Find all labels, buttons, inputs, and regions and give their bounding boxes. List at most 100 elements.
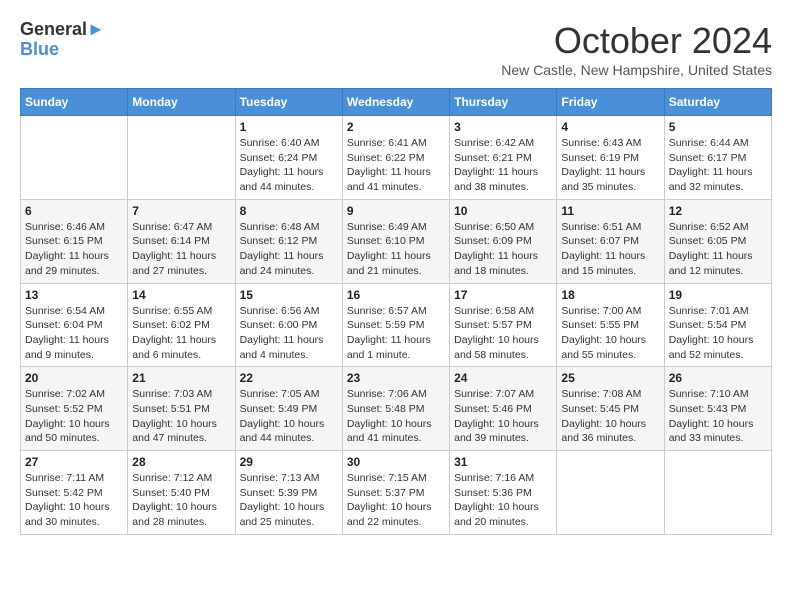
calendar-cell: 23Sunrise: 7:06 AM Sunset: 5:48 PM Dayli… [342,367,449,451]
day-number: 18 [561,288,659,302]
day-info: Sunrise: 7:15 AM Sunset: 5:37 PM Dayligh… [347,471,445,530]
logo: General► Blue [20,20,105,60]
weekday-header-sunday: Sunday [21,89,128,116]
calendar-cell: 19 Sunrise: 7:01 AM Sunset: 5:54 PM Dayli… [664,283,771,367]
calendar-header-row: SundayMondayTuesdayWednesdayThursdayFrid… [21,89,772,116]
calendar-cell: 20 Sunrise: 7:02 AM Sunset: 5:52 PM Dayli… [21,367,128,451]
day-number: 5 [669,120,767,134]
day-number: 13 [25,288,123,302]
calendar-cell: 4Sunrise: 6:43 AM Sunset: 6:19 PM Daylig… [557,116,664,200]
page-header: General► Blue October 2024 New Castle, N… [20,20,772,78]
day-info: Sunrise: 7:00 AM Sunset: 5:55 PM Dayligh… [561,304,659,363]
day-info: Sunrise: 7:06 AM Sunset: 5:48 PM Dayligh… [347,387,445,446]
day-info: Sunrise: 6:47 AM Sunset: 6:14 PM Dayligh… [132,220,230,279]
day-number: 26 [669,371,767,385]
day-number: 17 [454,288,552,302]
day-info: Sunrise: 6:48 AM Sunset: 6:12 PM Dayligh… [240,220,338,279]
calendar-cell: 26 Sunrise: 7:10 AM Sunset: 5:43 PM Dayli… [664,367,771,451]
day-info: Sunrise: 7:11 AM Sunset: 5:42 PM Dayligh… [25,471,123,530]
day-number: 8 [240,204,338,218]
day-info: Sunrise: 7:13 AM Sunset: 5:39 PM Dayligh… [240,471,338,530]
calendar-cell: 16 Sunrise: 6:57 AM Sunset: 5:59 PM Dayli… [342,283,449,367]
day-info: Sunrise: 6:40 AM Sunset: 6:24 PM Dayligh… [240,136,338,195]
calendar-cell: 27 Sunrise: 7:11 AM Sunset: 5:42 PM Dayli… [21,451,128,535]
day-info: Sunrise: 7:16 AM Sunset: 5:36 PM Dayligh… [454,471,552,530]
calendar-cell: 18 Sunrise: 7:00 AM Sunset: 5:55 PM Dayli… [557,283,664,367]
day-info: Sunrise: 6:55 AM Sunset: 6:02 PM Dayligh… [132,304,230,363]
day-info: Sunrise: 7:02 AM Sunset: 5:52 PM Dayligh… [25,387,123,446]
day-info: Sunrise: 6:54 AM Sunset: 6:04 PM Dayligh… [25,304,123,363]
calendar-cell [664,451,771,535]
calendar-body: 1 Sunrise: 6:40 AM Sunset: 6:24 PM Daylig… [21,116,772,535]
day-number: 10 [454,204,552,218]
calendar-week-row: 1 Sunrise: 6:40 AM Sunset: 6:24 PM Daylig… [21,116,772,200]
day-number: 22 [240,371,338,385]
day-number: 7 [132,204,230,218]
day-info: Sunrise: 6:58 AM Sunset: 5:57 PM Dayligh… [454,304,552,363]
weekday-header-friday: Friday [557,89,664,116]
day-info: Sunrise: 7:10 AM Sunset: 5:43 PM Dayligh… [669,387,767,446]
day-number: 11 [561,204,659,218]
day-number: 2 [347,120,445,134]
calendar-cell: 5Sunrise: 6:44 AM Sunset: 6:17 PM Daylig… [664,116,771,200]
weekday-header-thursday: Thursday [450,89,557,116]
calendar-cell: 31 Sunrise: 7:16 AM Sunset: 5:36 PM Dayli… [450,451,557,535]
location: New Castle, New Hampshire, United States [501,62,772,78]
calendar-cell: 9 Sunrise: 6:49 AM Sunset: 6:10 PM Daylig… [342,199,449,283]
day-info: Sunrise: 7:12 AM Sunset: 5:40 PM Dayligh… [132,471,230,530]
day-info: Sunrise: 6:49 AM Sunset: 6:10 PM Dayligh… [347,220,445,279]
weekday-header-saturday: Saturday [664,89,771,116]
day-number: 24 [454,371,552,385]
day-number: 29 [240,455,338,469]
day-number: 20 [25,371,123,385]
day-info: Sunrise: 7:01 AM Sunset: 5:54 PM Dayligh… [669,304,767,363]
day-number: 28 [132,455,230,469]
calendar-cell: 7 Sunrise: 6:47 AM Sunset: 6:14 PM Daylig… [128,199,235,283]
day-info: Sunrise: 6:51 AM Sunset: 6:07 PM Dayligh… [561,220,659,279]
day-info: Sunrise: 6:46 AM Sunset: 6:15 PM Dayligh… [25,220,123,279]
day-number: 3 [454,120,552,134]
calendar-cell: 13 Sunrise: 6:54 AM Sunset: 6:04 PM Dayli… [21,283,128,367]
day-number: 9 [347,204,445,218]
day-number: 31 [454,455,552,469]
calendar-cell: 6 Sunrise: 6:46 AM Sunset: 6:15 PM Daylig… [21,199,128,283]
calendar-cell: 3 Sunrise: 6:42 AM Sunset: 6:21 PM Daylig… [450,116,557,200]
weekday-header-wednesday: Wednesday [342,89,449,116]
calendar-cell: 24 Sunrise: 7:07 AM Sunset: 5:46 PM Dayli… [450,367,557,451]
calendar-cell: 21Sunrise: 7:03 AM Sunset: 5:51 PM Dayli… [128,367,235,451]
day-number: 6 [25,204,123,218]
calendar-week-row: 27 Sunrise: 7:11 AM Sunset: 5:42 PM Dayli… [21,451,772,535]
day-number: 14 [132,288,230,302]
calendar-cell: 11 Sunrise: 6:51 AM Sunset: 6:07 PM Dayli… [557,199,664,283]
day-info: Sunrise: 7:03 AM Sunset: 5:51 PM Dayligh… [132,387,230,446]
day-number: 15 [240,288,338,302]
calendar-cell [128,116,235,200]
title-area: October 2024 New Castle, New Hampshire, … [501,20,772,78]
day-info: Sunrise: 6:52 AM Sunset: 6:05 PM Dayligh… [669,220,767,279]
calendar-week-row: 6 Sunrise: 6:46 AM Sunset: 6:15 PM Daylig… [21,199,772,283]
day-number: 30 [347,455,445,469]
day-number: 1 [240,120,338,134]
calendar-week-row: 13 Sunrise: 6:54 AM Sunset: 6:04 PM Dayli… [21,283,772,367]
calendar-cell: 30 Sunrise: 7:15 AM Sunset: 5:37 PM Dayli… [342,451,449,535]
day-info: Sunrise: 7:08 AM Sunset: 5:45 PM Dayligh… [561,387,659,446]
weekday-header-monday: Monday [128,89,235,116]
calendar-cell: 15Sunrise: 6:56 AM Sunset: 6:00 PM Dayli… [235,283,342,367]
calendar-cell: 8 Sunrise: 6:48 AM Sunset: 6:12 PM Daylig… [235,199,342,283]
calendar-cell: 29 Sunrise: 7:13 AM Sunset: 5:39 PM Dayli… [235,451,342,535]
day-info: Sunrise: 6:41 AM Sunset: 6:22 PM Dayligh… [347,136,445,195]
day-info: Sunrise: 6:50 AM Sunset: 6:09 PM Dayligh… [454,220,552,279]
day-info: Sunrise: 6:57 AM Sunset: 5:59 PM Dayligh… [347,304,445,363]
day-info: Sunrise: 7:05 AM Sunset: 5:49 PM Dayligh… [240,387,338,446]
logo-text: General► Blue [20,20,105,60]
day-info: Sunrise: 6:43 AM Sunset: 6:19 PM Dayligh… [561,136,659,195]
calendar-cell [557,451,664,535]
day-info: Sunrise: 7:07 AM Sunset: 5:46 PM Dayligh… [454,387,552,446]
day-number: 27 [25,455,123,469]
day-number: 19 [669,288,767,302]
calendar-week-row: 20 Sunrise: 7:02 AM Sunset: 5:52 PM Dayli… [21,367,772,451]
day-number: 25 [561,371,659,385]
day-info: Sunrise: 6:42 AM Sunset: 6:21 PM Dayligh… [454,136,552,195]
calendar-cell: 14 Sunrise: 6:55 AM Sunset: 6:02 PM Dayli… [128,283,235,367]
day-number: 16 [347,288,445,302]
